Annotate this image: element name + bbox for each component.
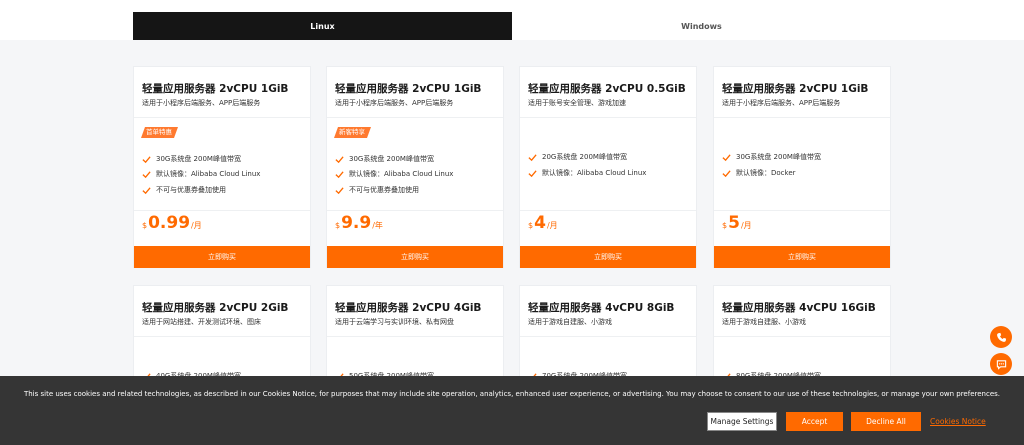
price: $5/月 bbox=[722, 213, 752, 243]
cookie-message: This site uses cookies and related techn… bbox=[23, 390, 1001, 398]
card-title: 轻量应用服务器 2vCPU 4GiB bbox=[335, 302, 482, 314]
divider bbox=[134, 336, 310, 337]
price-currency: $ bbox=[335, 221, 341, 230]
feature-text: 默认镜像：Alibaba Cloud Linux bbox=[156, 170, 261, 178]
chat-contact-button[interactable] bbox=[990, 353, 1012, 375]
feature-item: 30G系统盘 200M峰值带宽 bbox=[142, 153, 241, 165]
product-card: 轻量应用服务器 2vCPU 1GiB 适用于小程序后端服务、APP后端服务 新客… bbox=[326, 66, 504, 268]
divider bbox=[134, 210, 310, 211]
price-unit: /月 bbox=[191, 221, 202, 230]
check-icon bbox=[142, 170, 151, 178]
divider bbox=[714, 117, 890, 118]
price-amount: 9.9 bbox=[341, 213, 372, 233]
feature-item: 默认镜像：Docker bbox=[722, 167, 796, 179]
manage-settings-button[interactable]: Manage Settings bbox=[707, 412, 777, 431]
feature-text: 30G系统盘 200M峰值带宽 bbox=[349, 155, 434, 163]
accept-button[interactable]: Accept bbox=[786, 412, 843, 431]
check-icon bbox=[142, 186, 151, 194]
feature-text: 默认镜像：Alibaba Cloud Linux bbox=[349, 170, 454, 178]
card-subtitle: 适用于网站搭建、开发测试环境、图床 bbox=[142, 318, 261, 326]
cookies-notice-link[interactable]: Cookies Notice bbox=[930, 417, 986, 426]
card-subtitle: 适用于游戏自建服、小游戏 bbox=[722, 318, 806, 326]
check-icon bbox=[335, 186, 344, 194]
price-unit: /月 bbox=[740, 221, 752, 230]
card-title: 轻量应用服务器 2vCPU 0.5GiB bbox=[528, 83, 686, 95]
phone-contact-button[interactable] bbox=[990, 326, 1012, 348]
product-card: 轻量应用服务器 2vCPU 1GiB 适用于小程序后端服务、APP后端服务 首单… bbox=[133, 66, 311, 268]
feature-text: 30G系统盘 200M峰值带宽 bbox=[736, 153, 821, 161]
feature-text: 默认镜像：Docker bbox=[736, 169, 796, 177]
cookie-consent-banner: This site uses cookies and related techn… bbox=[0, 376, 1024, 445]
check-icon bbox=[528, 169, 537, 177]
buy-now-button[interactable]: 立即购买 bbox=[134, 246, 310, 268]
product-card: 轻量应用服务器 2vCPU 1GiB 适用于小程序后端服务、APP后端服务 30… bbox=[713, 66, 891, 268]
price: $9.9/年 bbox=[335, 213, 383, 243]
check-icon bbox=[722, 153, 731, 161]
price-currency: $ bbox=[722, 221, 728, 230]
check-icon bbox=[722, 169, 731, 177]
divider bbox=[327, 210, 503, 211]
divider bbox=[520, 210, 696, 211]
buy-now-button[interactable]: 立即购买 bbox=[714, 246, 890, 268]
feature-text: 不可与优惠券叠加使用 bbox=[349, 186, 419, 194]
chat-icon bbox=[996, 359, 1006, 370]
promo-badge: 新客特享 bbox=[334, 127, 371, 138]
card-title: 轻量应用服务器 2vCPU 1GiB bbox=[142, 83, 289, 95]
feature-item: 默认镜像：Alibaba Cloud Linux bbox=[528, 167, 646, 179]
feature-item: 20G系统盘 200M峰值带宽 bbox=[528, 151, 627, 163]
divider bbox=[327, 117, 503, 118]
divider bbox=[327, 336, 503, 337]
price-unit: /月 bbox=[546, 221, 558, 230]
price-amount: 0.99 bbox=[148, 213, 191, 233]
check-icon bbox=[528, 153, 537, 161]
price-amount: 4 bbox=[534, 213, 546, 233]
feature-text: 不可与优惠券叠加使用 bbox=[156, 186, 226, 194]
price-unit: /年 bbox=[372, 221, 383, 230]
card-subtitle: 适用于小程序后端服务、APP后端服务 bbox=[335, 99, 454, 107]
card-title: 轻量应用服务器 2vCPU 2GiB bbox=[142, 302, 289, 314]
price-amount: 5 bbox=[728, 213, 740, 233]
price: $4/月 bbox=[528, 213, 558, 243]
card-subtitle: 适用于小程序后端服务、APP后端服务 bbox=[722, 99, 841, 107]
feature-text: 30G系统盘 200M峰值带宽 bbox=[156, 155, 241, 163]
divider bbox=[134, 117, 310, 118]
card-subtitle: 适用于账号安全管理、游戏加速 bbox=[528, 99, 626, 107]
divider bbox=[714, 336, 890, 337]
tab-windows[interactable]: Windows bbox=[512, 12, 891, 40]
feature-item: 30G系统盘 200M峰值带宽 bbox=[722, 151, 821, 163]
promo-badge: 首单特惠 bbox=[141, 127, 178, 138]
check-icon bbox=[142, 155, 151, 163]
card-title: 轻量应用服务器 4vCPU 8GiB bbox=[528, 302, 675, 314]
phone-icon bbox=[996, 332, 1006, 342]
feature-text: 默认镜像：Alibaba Cloud Linux bbox=[542, 169, 647, 177]
feature-item: 默认镜像：Alibaba Cloud Linux bbox=[142, 168, 260, 180]
card-title: 轻量应用服务器 2vCPU 1GiB bbox=[335, 83, 482, 95]
feature-item: 不可与优惠券叠加使用 bbox=[142, 184, 226, 196]
feature-item: 不可与优惠券叠加使用 bbox=[335, 184, 419, 196]
check-icon bbox=[335, 155, 344, 163]
buy-now-button[interactable]: 立即购买 bbox=[327, 246, 503, 268]
card-subtitle: 适用于小程序后端服务、APP后端服务 bbox=[142, 99, 261, 107]
card-subtitle: 适用于云端学习与实训环境、私有网盘 bbox=[335, 318, 454, 326]
feature-item: 30G系统盘 200M峰值带宽 bbox=[335, 153, 434, 165]
os-tabs: Linux Windows bbox=[133, 12, 891, 40]
price-currency: $ bbox=[528, 221, 534, 230]
tab-linux[interactable]: Linux bbox=[133, 12, 512, 40]
check-icon bbox=[335, 170, 344, 178]
card-title: 轻量应用服务器 2vCPU 1GiB bbox=[722, 83, 869, 95]
feature-text: 20G系统盘 200M峰值带宽 bbox=[542, 153, 627, 161]
card-subtitle: 适用于游戏自建服、小游戏 bbox=[528, 318, 612, 326]
card-title: 轻量应用服务器 4vCPU 16GiB bbox=[722, 302, 876, 314]
product-card: 轻量应用服务器 2vCPU 0.5GiB 适用于账号安全管理、游戏加速 20G系… bbox=[519, 66, 697, 268]
feature-item: 默认镜像：Alibaba Cloud Linux bbox=[335, 168, 453, 180]
decline-all-button[interactable]: Decline All bbox=[851, 412, 921, 431]
buy-now-button[interactable]: 立即购买 bbox=[520, 246, 696, 268]
divider bbox=[714, 210, 890, 211]
divider bbox=[520, 117, 696, 118]
price-currency: $ bbox=[142, 221, 148, 230]
divider bbox=[520, 336, 696, 337]
price: $0.99/月 bbox=[142, 213, 202, 243]
